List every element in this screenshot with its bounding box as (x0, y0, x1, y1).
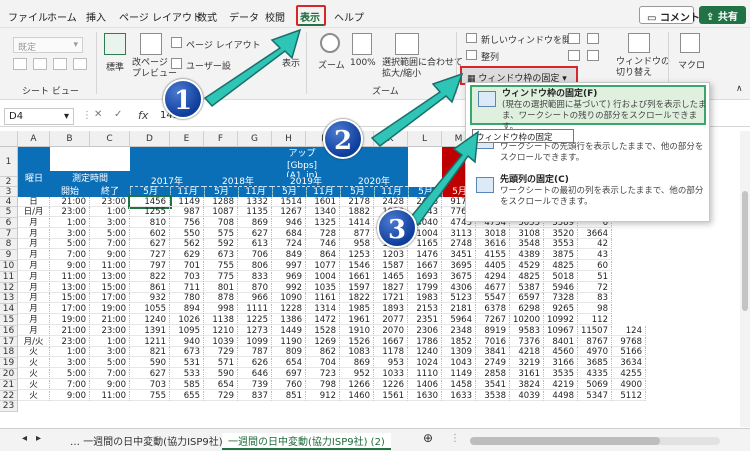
step-badge-2: 2 (323, 119, 363, 159)
arrow-3 (408, 130, 479, 227)
annotation-arrows (203, 28, 479, 227)
step-badge-3: 3 (377, 208, 417, 248)
step-badge-1: 1 (163, 79, 203, 119)
arrow-2 (370, 72, 464, 147)
arrow-1 (203, 28, 302, 108)
